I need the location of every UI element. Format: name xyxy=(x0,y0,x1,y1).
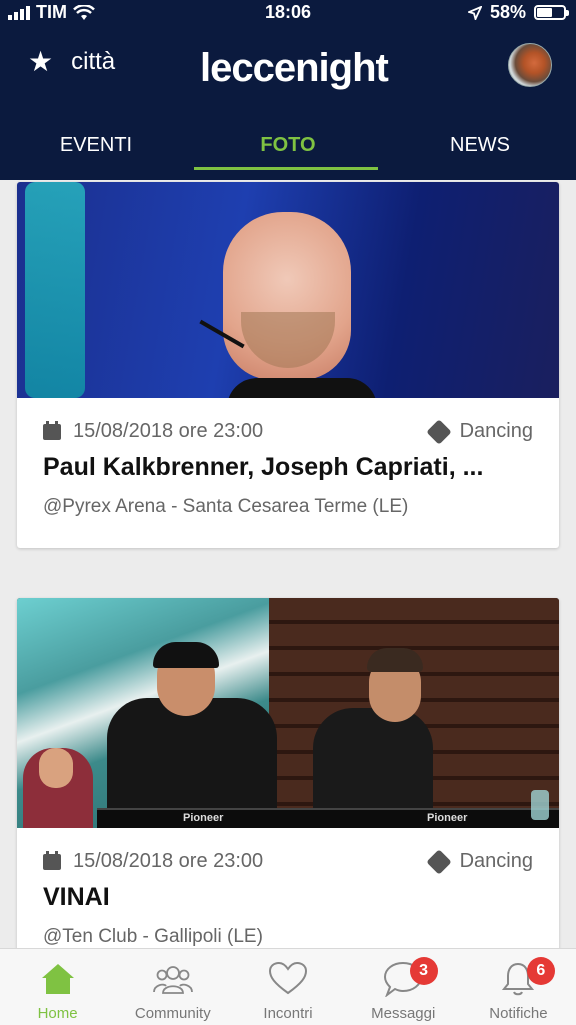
message-badge: 3 xyxy=(409,957,438,985)
event-venue: @Ten Club - Gallipoli (LE) xyxy=(43,926,263,947)
meta-row: 15/08/2018 ore 23:00 Dancing xyxy=(43,418,533,445)
dj-shirt xyxy=(227,378,377,398)
nav-home[interactable]: Home xyxy=(0,949,115,1025)
nav-incontri[interactable]: Incontri xyxy=(230,949,345,1025)
pioneer-label: Pioneer xyxy=(183,812,224,824)
nav-label: Home xyxy=(37,1005,78,1022)
calendar-icon xyxy=(43,420,61,440)
heart-icon xyxy=(230,959,345,999)
date-group: 15/08/2018 ore 23:00 xyxy=(43,420,263,443)
city-label: città xyxy=(71,48,116,75)
dj-right-hair xyxy=(367,648,423,672)
tag-icon xyxy=(425,848,452,875)
app-header: TIM 18:06 58% ★ città leccenight EVENTI … xyxy=(0,0,576,180)
audience-face xyxy=(39,748,73,788)
status-bar: TIM 18:06 58% xyxy=(0,0,576,26)
event-photo[interactable] xyxy=(17,182,559,398)
nav-label: Messaggi xyxy=(371,1005,436,1022)
event-title: VINAI xyxy=(43,883,110,911)
city-selector-button[interactable]: ★ città xyxy=(28,48,115,76)
event-category: Dancing xyxy=(459,420,533,442)
event-card[interactable]: Pioneer Pioneer 15/08/2018 ore 23:00 Dan… xyxy=(17,598,559,958)
event-photo[interactable]: Pioneer Pioneer xyxy=(17,598,559,828)
location-arrow-icon xyxy=(467,5,482,20)
dj-deck xyxy=(97,808,559,828)
event-title: Paul Kalkbrenner, Joseph Capriati, ... xyxy=(43,453,484,481)
logo-text: leccenight xyxy=(200,46,389,90)
water-bottle xyxy=(531,790,549,820)
app-logo: leccenight xyxy=(200,46,389,91)
notification-badge: 6 xyxy=(526,957,555,985)
date-group: 15/08/2018 ore 23:00 xyxy=(43,850,263,873)
dj-left-cap xyxy=(153,642,219,668)
battery-fill xyxy=(537,8,553,17)
card-body: 15/08/2018 ore 23:00 Dancing Paul Kalkbr… xyxy=(17,418,559,518)
nav-label: Community xyxy=(134,1005,211,1022)
user-avatar[interactable] xyxy=(508,43,552,87)
home-icon xyxy=(0,959,115,999)
status-right: 58% xyxy=(467,2,569,23)
pioneer-label: Pioneer xyxy=(427,812,468,824)
tab-news[interactable]: NEWS xyxy=(384,118,576,170)
bell-icon xyxy=(461,959,576,999)
meta-row: 15/08/2018 ore 23:00 Dancing xyxy=(43,848,533,875)
card-body: 15/08/2018 ore 23:00 Dancing VINAI @Ten … xyxy=(17,848,559,948)
battery-percent: 58% xyxy=(489,2,526,22)
nav-label: Notifiche xyxy=(489,1005,548,1022)
category-group: Dancing xyxy=(425,848,533,875)
nav-notifiche[interactable]: 6 Notifiche xyxy=(461,949,576,1025)
chat-bubble-icon xyxy=(346,959,461,999)
event-category: Dancing xyxy=(459,850,533,872)
tab-eventi[interactable]: EVENTI xyxy=(0,118,192,170)
nav-community[interactable]: Community xyxy=(115,949,230,1025)
event-date: 15/08/2018 ore 23:00 xyxy=(73,850,264,872)
tab-foto[interactable]: FOTO xyxy=(192,118,384,170)
event-date: 15/08/2018 ore 23:00 xyxy=(73,420,264,442)
category-group: Dancing xyxy=(425,418,533,445)
nav-label: Incontri xyxy=(263,1005,313,1022)
event-card[interactable]: 15/08/2018 ore 23:00 Dancing Paul Kalkbr… xyxy=(17,182,559,548)
top-bar: ★ città leccenight xyxy=(0,40,576,96)
nav-messaggi[interactable]: 3 Messaggi xyxy=(346,949,461,1025)
stage-light xyxy=(25,182,85,398)
event-venue: @Pyrex Arena - Santa Cesarea Terme (LE) xyxy=(43,496,409,517)
tab-bar: EVENTI FOTO NEWS xyxy=(0,118,576,170)
battery-icon xyxy=(534,5,569,20)
star-icon: ★ xyxy=(28,46,54,77)
tag-icon xyxy=(425,418,452,445)
calendar-icon xyxy=(43,850,61,870)
community-icon xyxy=(115,959,230,999)
bottom-nav: Home Community Incontri 3 Messaggi 6 Not… xyxy=(0,948,576,1025)
